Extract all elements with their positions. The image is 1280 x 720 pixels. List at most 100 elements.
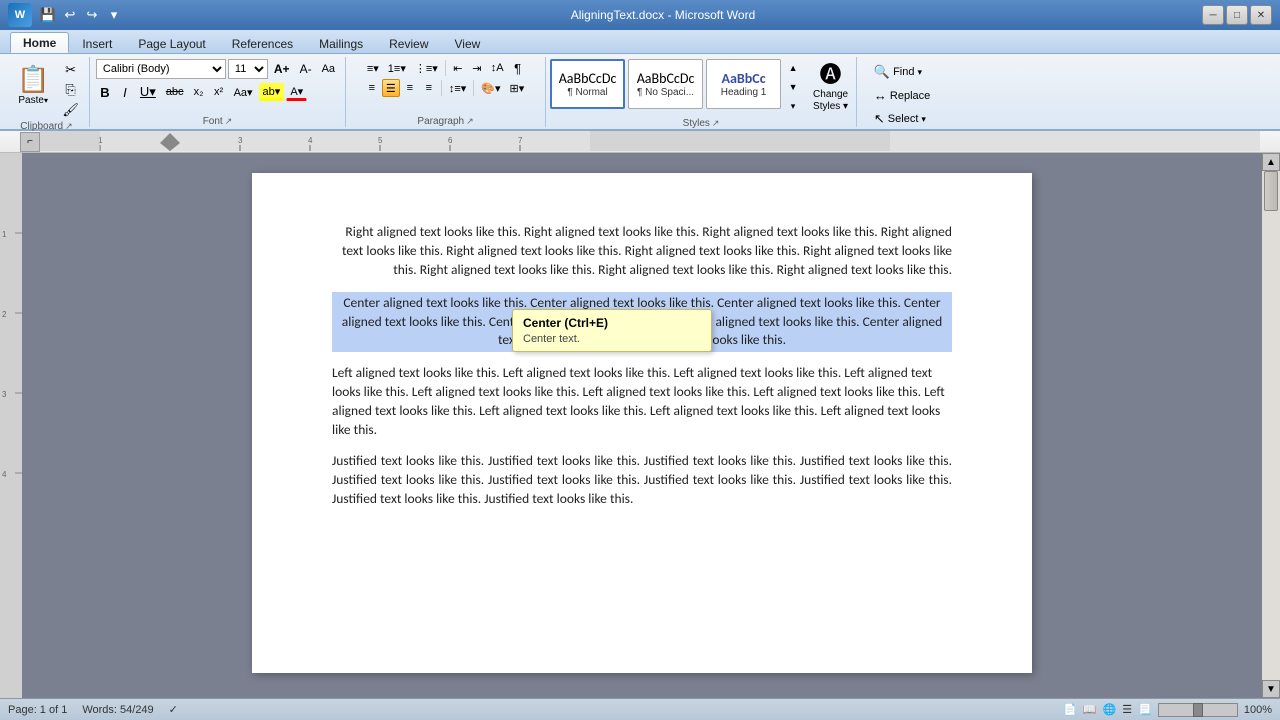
view-outline-btn[interactable]: ☰ (1122, 703, 1132, 716)
clipboard-content: 📋 Paste▾ ✂ ⎘ 🖌 (10, 59, 83, 119)
para-align-row: ≡ ☰ ≡ ≡ ↕≡▾ 🎨▾ ⊞▾ (363, 79, 528, 97)
font-size-select[interactable]: 11 (228, 59, 268, 79)
view-print-btn[interactable]: 📄 (1063, 703, 1077, 716)
minimize-button[interactable]: ─ (1202, 5, 1224, 25)
find-button[interactable]: 🔍 Find ▾ (869, 61, 927, 83)
align-center-button[interactable]: ☰ (382, 79, 400, 97)
strikethrough-button[interactable]: abc (162, 83, 188, 101)
italic-button[interactable]: I (116, 83, 134, 101)
tab-page-layout[interactable]: Page Layout (125, 33, 218, 53)
show-formatting-button[interactable]: ¶ (509, 59, 527, 77)
window-controls: ─ □ ✕ (1202, 5, 1272, 25)
styles-content: AaBbCcDc ¶ Normal AaBbCcDc ¶ No Spaci...… (550, 59, 852, 129)
decrease-indent-button[interactable]: ⇤ (449, 59, 467, 77)
ribbon-group-editing: 🔍 Find ▾ ↔ Replace ↖ Select ▾ Editing (857, 57, 947, 127)
font-size-increase-button[interactable]: A+ (270, 60, 294, 78)
align-left-button[interactable]: ≡ (363, 79, 381, 97)
cut-button[interactable]: ✂ (58, 61, 83, 79)
paste-button[interactable]: 📋 Paste▾ (10, 59, 56, 111)
borders-button[interactable]: ⊞▾ (506, 79, 529, 97)
font-size-decrease-button[interactable]: A- (296, 60, 316, 78)
replace-icon: ↔ (874, 88, 887, 103)
bold-button[interactable]: B (96, 83, 114, 101)
scrollbar-right: ▲ ▼ (1262, 153, 1280, 698)
styles-scroll-down[interactable]: ▼ (784, 78, 802, 96)
center-tooltip: Center (Ctrl+E) Center text. (512, 309, 712, 352)
customize-button[interactable]: ▾ (104, 5, 124, 25)
increase-indent-button[interactable]: ⇥ (468, 59, 486, 77)
scroll-track[interactable] (1262, 171, 1280, 680)
svg-text:2: 2 (2, 310, 7, 319)
zoom-slider[interactable] (1158, 703, 1238, 717)
format-painter-button[interactable]: 🖌 (58, 101, 83, 119)
tab-references[interactable]: References (219, 33, 306, 53)
replace-button[interactable]: ↔ Replace (869, 85, 935, 106)
style-normal[interactable]: AaBbCcDc ¶ Normal (550, 59, 625, 109)
clear-formatting-button[interactable]: Aa (318, 60, 339, 78)
copy-button[interactable]: ⎘ (58, 81, 83, 99)
styles-scroll-up[interactable]: ▲ (784, 59, 802, 77)
ruler-corner[interactable]: ⌐ (20, 132, 40, 152)
subscript-button[interactable]: x₂ (190, 83, 208, 101)
style-heading1[interactable]: AaBbCc Heading 1 (706, 59, 781, 109)
svg-text:6: 6 (448, 136, 453, 145)
line-spacing-button[interactable]: ↕≡▾ (445, 79, 470, 97)
svg-text:7: 7 (518, 136, 523, 145)
scroll-down-button[interactable]: ▼ (1262, 680, 1280, 698)
styles-more[interactable]: ▾ (784, 97, 802, 115)
undo-button[interactable]: ↩ (60, 5, 80, 25)
view-draft-btn[interactable]: 📃 (1138, 703, 1152, 716)
font-face-row: Calibri (Body) 11 A+ A- Aa (96, 59, 339, 79)
font-face-select[interactable]: Calibri (Body) (96, 59, 226, 79)
save-button[interactable]: 💾 (38, 5, 58, 25)
select-button[interactable]: ↖ Select ▾ (869, 108, 931, 130)
view-full-screen-btn[interactable]: 📖 (1083, 703, 1097, 716)
spell-check-icon: ✓ (169, 703, 178, 716)
maximize-button[interactable]: □ (1226, 5, 1248, 25)
title-bar-left: W 💾 ↩ ↪ ▾ (8, 3, 124, 27)
find-label: Find (893, 66, 914, 78)
tab-insert[interactable]: Insert (69, 33, 125, 53)
bullets-button[interactable]: ≡▾ (363, 59, 383, 77)
scroll-thumb[interactable] (1264, 171, 1278, 211)
svg-text:4: 4 (308, 136, 313, 145)
svg-text:3: 3 (2, 390, 7, 399)
shading-button[interactable]: 🎨▾ (477, 79, 504, 97)
zoom-level: 100% (1244, 704, 1272, 716)
replace-label: Replace (890, 90, 930, 102)
zoom-slider-thumb[interactable] (1193, 703, 1203, 717)
font-expand[interactable]: ↗ (225, 116, 233, 127)
select-icon: ↖ (874, 111, 885, 127)
close-button[interactable]: ✕ (1250, 5, 1272, 25)
sort-button[interactable]: ↕A (487, 59, 508, 77)
font-content: Calibri (Body) 11 A+ A- Aa B I U▾ abc x₂… (96, 59, 339, 114)
editing-content: 🔍 Find ▾ ↔ Replace ↖ Select ▾ (869, 59, 935, 130)
paragraph-expand[interactable]: ↗ (466, 116, 474, 127)
multilevel-button[interactable]: ⋮≡▾ (411, 59, 442, 77)
status-bar: Page: 1 of 1 Words: 54/249 ✓ 📄 📖 🌐 ☰ 📃 1… (0, 698, 1280, 720)
para-list-row: ≡▾ 1≡▾ ⋮≡▾ ⇤ ⇥ ↕A ¶ (363, 59, 527, 77)
tab-mailings[interactable]: Mailings (306, 33, 376, 53)
change-case-button[interactable]: Aa▾ (230, 83, 257, 101)
tab-view[interactable]: View (442, 33, 494, 53)
tab-review[interactable]: Review (376, 33, 441, 53)
styles-expand[interactable]: ↗ (712, 118, 720, 129)
font-color-button[interactable]: A▾ (286, 83, 307, 101)
superscript-button[interactable]: x² (210, 83, 228, 101)
tooltip-desc: Center text. (523, 333, 701, 345)
justify-button[interactable]: ≡ (420, 79, 438, 97)
text-highlight-button[interactable]: ab▾ (259, 83, 285, 101)
scroll-up-button[interactable]: ▲ (1262, 153, 1280, 171)
underline-button[interactable]: U▾ (136, 83, 160, 101)
style-no-spacing[interactable]: AaBbCcDc ¶ No Spaci... (628, 59, 703, 109)
style-nospacing-preview: AaBbCcDc (637, 70, 695, 87)
align-right-button[interactable]: ≡ (401, 79, 419, 97)
sep1 (445, 60, 446, 76)
redo-button[interactable]: ↪ (82, 5, 102, 25)
tab-home[interactable]: Home (10, 32, 69, 53)
document-scroll[interactable]: Right aligned text looks like this. Righ… (22, 153, 1262, 698)
change-styles-button[interactable]: 🅐 ChangeStyles ▾ (809, 59, 852, 111)
style-normal-preview: AaBbCcDc (559, 70, 617, 87)
numbering-button[interactable]: 1≡▾ (384, 59, 410, 77)
view-web-btn[interactable]: 🌐 (1103, 703, 1117, 716)
